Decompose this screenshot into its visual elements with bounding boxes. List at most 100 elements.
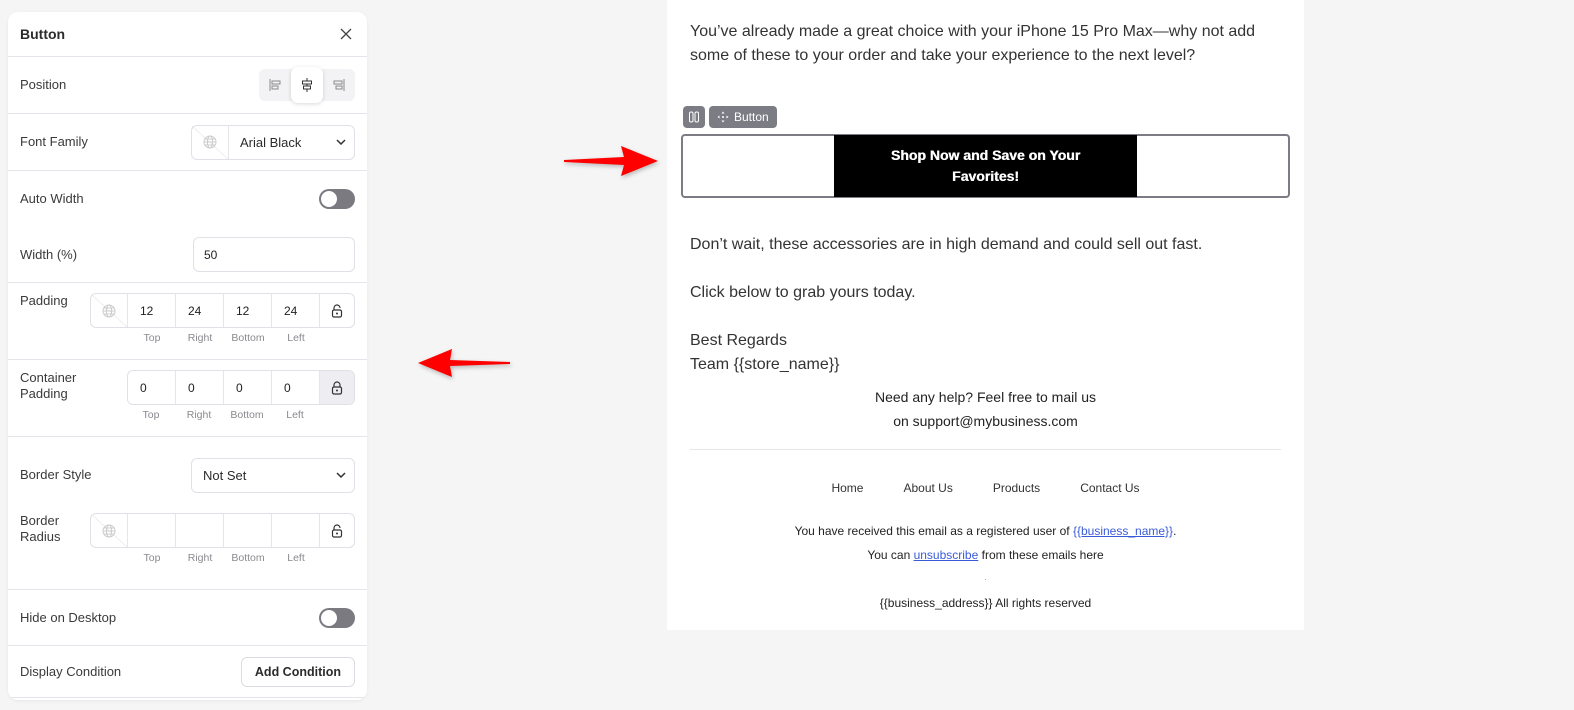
side-label-left: Left bbox=[287, 552, 305, 564]
separator-dot: . bbox=[984, 572, 987, 582]
click-below-paragraph[interactable]: Click below to grab yours today. bbox=[690, 281, 916, 305]
unsubscribe-notice: You can unsubscribe from these emails he… bbox=[867, 548, 1104, 562]
block-toolbar: Button bbox=[683, 106, 777, 128]
border-style-select[interactable]: Not Set bbox=[191, 457, 355, 493]
side-label-right: Right bbox=[187, 552, 213, 564]
urgency-paragraph[interactable]: Don’t wait, these accessories are in hig… bbox=[690, 233, 1202, 257]
auto-width-label: Auto Width bbox=[20, 191, 84, 206]
border-radius-link-button[interactable] bbox=[320, 514, 354, 547]
width-row: Width (%) 50 bbox=[8, 227, 367, 283]
side-label-right: Right bbox=[186, 409, 212, 421]
width-input[interactable]: 50 bbox=[193, 237, 355, 272]
padding-left-input[interactable]: 24 bbox=[272, 294, 320, 327]
width-label: Width (%) bbox=[20, 246, 78, 262]
responsive-toggle[interactable] bbox=[91, 294, 128, 327]
close-button[interactable] bbox=[337, 25, 355, 43]
annotation-arrow-left bbox=[418, 349, 510, 377]
align-right-button[interactable] bbox=[323, 69, 355, 101]
padding-right-input[interactable]: 24 bbox=[176, 294, 224, 327]
font-family-select[interactable]: Arial Black bbox=[191, 124, 355, 160]
add-condition-button[interactable]: Add Condition bbox=[240, 656, 355, 687]
business-name-link[interactable]: {{business_name}} bbox=[1073, 524, 1173, 538]
border-style-value: Not Set bbox=[203, 467, 247, 483]
border-radius-right-input[interactable] bbox=[176, 514, 224, 547]
container-padding-bottom-input[interactable]: 0 bbox=[224, 371, 272, 404]
container-padding-left-input[interactable]: 0 bbox=[272, 371, 320, 404]
column-handle[interactable] bbox=[683, 106, 705, 128]
lock-icon bbox=[331, 380, 343, 395]
columns-icon bbox=[689, 111, 699, 123]
display-condition-label: Display Condition bbox=[20, 663, 122, 679]
padding-link-button[interactable] bbox=[320, 294, 354, 327]
container-padding-top-input[interactable]: 0 bbox=[128, 371, 176, 404]
padding-label: Padding bbox=[20, 293, 68, 308]
team-signature[interactable]: Team {{store_name}} bbox=[690, 353, 839, 377]
border-radius-inputs bbox=[90, 513, 355, 548]
support-email: on support@mybusiness.com bbox=[893, 413, 1078, 429]
footer-link-products[interactable]: Products bbox=[993, 481, 1040, 495]
footer-divider bbox=[690, 449, 1281, 450]
border-style-label: Border Style bbox=[20, 467, 92, 482]
unlock-icon bbox=[331, 303, 343, 318]
font-family-value: Arial Black bbox=[240, 134, 302, 150]
footer-nav: Home About Us Products Contact Us bbox=[667, 481, 1304, 495]
intro-paragraph[interactable]: You’ve already made a great choice with … bbox=[690, 20, 1270, 68]
border-style-row: Border Style Not Set bbox=[8, 457, 367, 493]
position-selector bbox=[259, 67, 355, 103]
align-left-icon bbox=[269, 79, 281, 91]
container-padding-row: Container Padding 0 0 0 0 Top Right Bott… bbox=[8, 360, 367, 437]
padding-bottom-input[interactable]: 12 bbox=[224, 294, 272, 327]
block-type-label: Button bbox=[734, 110, 769, 124]
border-radius-row: Border Radius Top Right Bottom Left bbox=[8, 513, 367, 564]
signoff-line[interactable]: Best Regards bbox=[690, 329, 787, 353]
border-radius-top-input[interactable] bbox=[128, 514, 176, 547]
side-label-top: Top bbox=[143, 332, 161, 344]
registered-notice: You have received this email as a regist… bbox=[794, 524, 1177, 538]
side-label-bottom: Bottom bbox=[230, 409, 264, 421]
container-padding-label: Container Padding bbox=[20, 370, 77, 401]
responsive-toggle[interactable] bbox=[91, 514, 128, 547]
button-settings-panel: Button Position Font Family Arial Black bbox=[8, 12, 367, 700]
cta-button[interactable]: Shop Now and Save on Your Favorites! bbox=[834, 135, 1137, 197]
border-radius-bottom-input[interactable] bbox=[224, 514, 272, 547]
border-radius-label: Border Radius bbox=[20, 513, 61, 544]
chevron-down-icon bbox=[336, 472, 346, 478]
align-left-button[interactable] bbox=[259, 69, 291, 101]
business-address: {{business_address}} All rights reserved bbox=[879, 596, 1092, 610]
annotation-arrow-right bbox=[564, 146, 658, 176]
align-center-icon bbox=[302, 78, 312, 92]
hide-on-desktop-row: Hide on Desktop bbox=[8, 590, 367, 646]
padding-top-input[interactable]: 12 bbox=[128, 294, 176, 327]
side-label-left: Left bbox=[286, 409, 304, 421]
border-section: Border Style Not Set Border Radius Top R… bbox=[8, 437, 367, 590]
panel-header: Button bbox=[8, 12, 367, 57]
font-family-row: Font Family Arial Black bbox=[8, 114, 367, 171]
side-label-left: Left bbox=[287, 332, 305, 344]
footer-link-home[interactable]: Home bbox=[831, 481, 863, 495]
container-padding-right-input[interactable]: 0 bbox=[176, 371, 224, 404]
panel-title: Button bbox=[20, 26, 66, 42]
button-block-selected[interactable]: Shop Now and Save on Your Favorites! bbox=[681, 134, 1290, 198]
align-center-button[interactable] bbox=[291, 67, 323, 103]
container-padding-link-button[interactable] bbox=[320, 371, 354, 404]
hide-on-desktop-toggle[interactable] bbox=[319, 607, 355, 628]
help-text: Need any help? Feel free to mail us bbox=[874, 389, 1096, 405]
side-label-bottom: Bottom bbox=[231, 332, 265, 344]
unsubscribe-link[interactable]: unsubscribe bbox=[914, 548, 979, 562]
globe-icon bbox=[203, 135, 217, 149]
responsive-toggle[interactable] bbox=[192, 125, 229, 159]
position-row: Position bbox=[8, 57, 367, 114]
side-label-bottom: Bottom bbox=[231, 552, 265, 564]
footer-link-contact[interactable]: Contact Us bbox=[1080, 481, 1139, 495]
padding-row: Padding 12 24 12 24 Top Right Bottom Lef… bbox=[8, 283, 367, 360]
position-label: Position bbox=[20, 77, 67, 92]
drag-handle[interactable]: Button bbox=[709, 106, 777, 128]
chevron-down-icon bbox=[336, 139, 346, 145]
email-canvas: You’ve already made a great choice with … bbox=[667, 0, 1304, 630]
footer-link-about[interactable]: About Us bbox=[903, 481, 952, 495]
side-label-top: Top bbox=[143, 552, 161, 564]
border-radius-left-input[interactable] bbox=[272, 514, 320, 547]
align-right-icon bbox=[333, 79, 345, 91]
close-icon bbox=[340, 28, 352, 40]
auto-width-toggle[interactable] bbox=[319, 189, 355, 209]
